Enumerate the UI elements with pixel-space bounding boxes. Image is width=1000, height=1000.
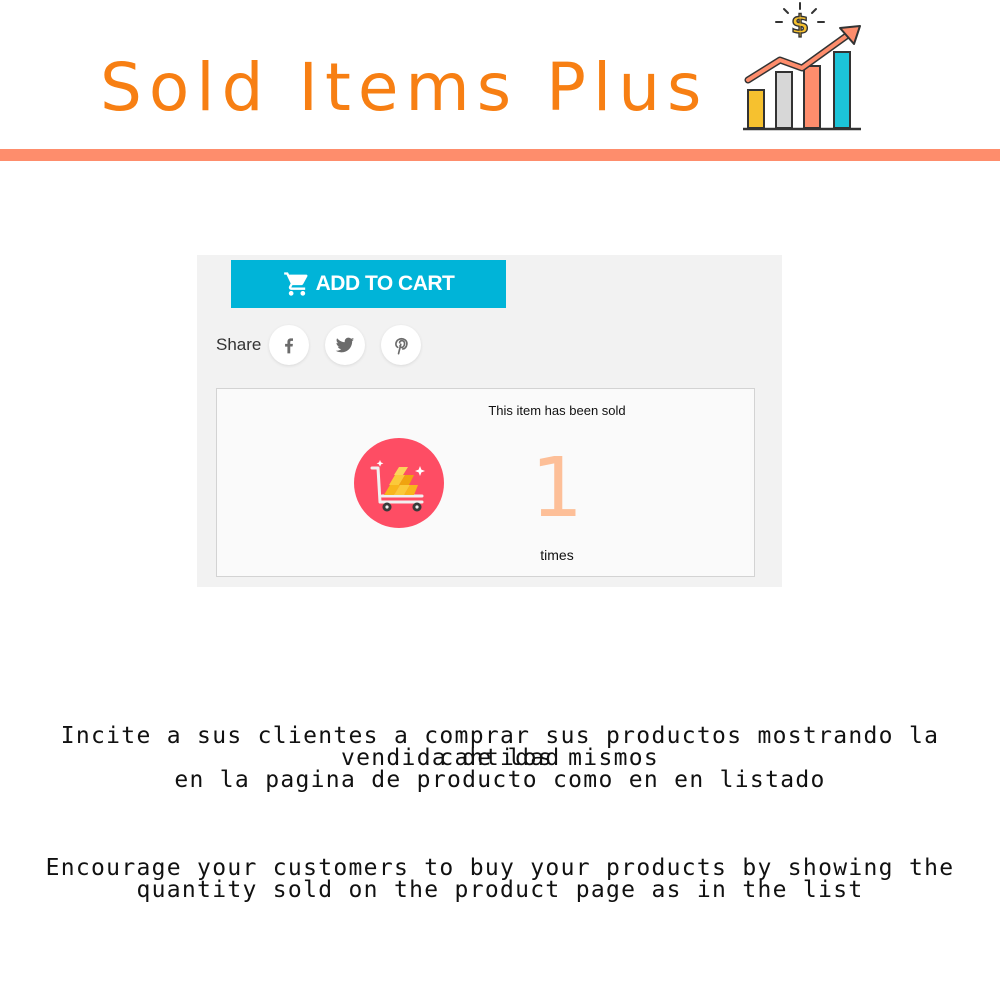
pinterest-icon bbox=[395, 337, 409, 355]
facebook-icon bbox=[285, 338, 294, 354]
description-es-line-2: vendida de los mismos bbox=[340, 745, 660, 771]
share-label: Share bbox=[216, 335, 262, 354]
gold-cart-icon bbox=[354, 438, 444, 528]
share-facebook-button[interactable] bbox=[269, 325, 310, 365]
header-divider bbox=[0, 149, 1000, 161]
app-title: Sold Items Plus bbox=[100, 49, 709, 126]
sales-growth-chart-icon: $ bbox=[743, 2, 861, 131]
page: Sold Items Plus $ ADD TO CART Share This… bbox=[0, 0, 1000, 1000]
add-to-cart-button[interactable]: ADD TO CART bbox=[231, 260, 506, 308]
description-en-line-1: Encourage your customers to buy your pro… bbox=[45, 855, 955, 881]
shopping-cart-icon bbox=[283, 272, 308, 296]
share-row: Share bbox=[216, 325, 437, 365]
twitter-icon bbox=[336, 337, 355, 353]
sold-heading: This item has been sold bbox=[488, 403, 626, 418]
sold-count: 1 bbox=[530, 441, 584, 536]
description-es-line-3: en la pagina de producto como en en list… bbox=[174, 767, 826, 793]
sold-unit: times bbox=[540, 547, 574, 563]
product-actions-panel: ADD TO CART Share This item has been sol… bbox=[197, 255, 782, 587]
description-en-line-2: quantity sold on the product page as in … bbox=[136, 877, 864, 903]
svg-text:$: $ bbox=[791, 10, 809, 40]
share-twitter-button[interactable] bbox=[325, 325, 366, 365]
add-to-cart-label: ADD TO CART bbox=[315, 272, 455, 295]
share-pinterest-button[interactable] bbox=[381, 325, 422, 365]
sold-count-widget: This item has been sold 1 times bbox=[216, 388, 755, 577]
